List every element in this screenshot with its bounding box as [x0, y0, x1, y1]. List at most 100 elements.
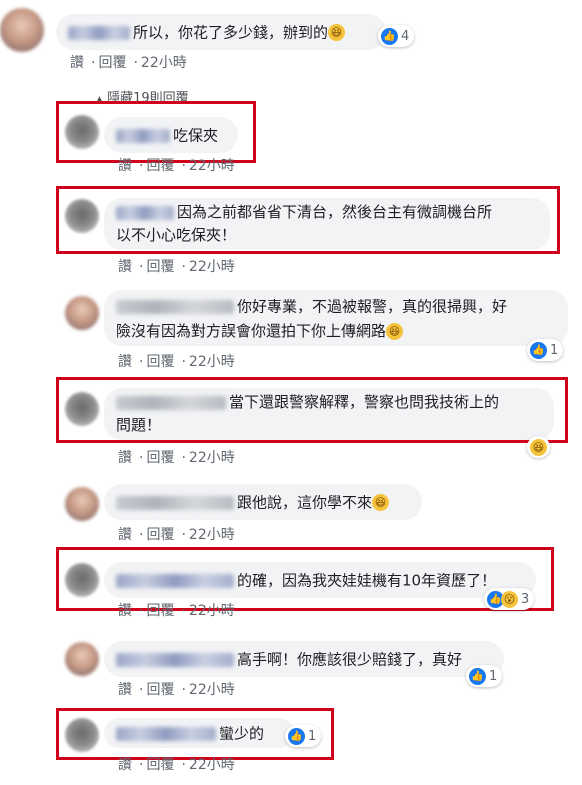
- wow-icon: 😮: [501, 590, 518, 608]
- like-link[interactable]: 讚: [118, 354, 132, 370]
- avatar[interactable]: [65, 563, 99, 597]
- reaction-summary[interactable]: 👍 4: [378, 25, 415, 47]
- reaction-count: 4: [401, 28, 410, 44]
- blurred-author-name[interactable]: [116, 652, 234, 667]
- comment-bubble: 蠻少的: [104, 718, 294, 748]
- avatar[interactable]: [65, 115, 99, 149]
- comment-actions: 讚 · 回覆 · 22小時: [118, 754, 239, 774]
- laughing-emoji: 😆: [372, 494, 390, 511]
- haha-icon: 😆: [530, 438, 547, 456]
- reply-link[interactable]: 回覆: [146, 259, 174, 275]
- comment-bubble: 你好專業，不過被報警，真的很掃興，好 險沒有因為對方誤會你還拍下你上傳網路 😆: [104, 290, 568, 346]
- separator: ·: [139, 527, 144, 543]
- comment-actions: 讚 · 回覆 · 22小時: [118, 351, 239, 371]
- timestamp[interactable]: 22小時: [189, 354, 235, 370]
- comment-text: 的確，因為我夾娃娃機有10年資歷了！: [237, 571, 497, 590]
- avatar[interactable]: [65, 718, 99, 752]
- timestamp[interactable]: 22小時: [189, 682, 235, 698]
- like-link[interactable]: 讚: [118, 450, 132, 466]
- separator: ·: [139, 158, 144, 174]
- like-link[interactable]: 讚: [118, 158, 132, 174]
- timestamp[interactable]: 22小時: [189, 603, 235, 619]
- like-link[interactable]: 讚: [118, 259, 132, 275]
- reply-link[interactable]: 回覆: [146, 450, 174, 466]
- comment-text: 蠻少的: [219, 724, 265, 743]
- like-link[interactable]: 讚: [118, 603, 132, 619]
- separator: ·: [181, 450, 186, 466]
- timestamp[interactable]: 22小時: [141, 55, 187, 71]
- comment-actions: 讚 · 回覆 · 22小時: [118, 256, 239, 276]
- timestamp[interactable]: 22小時: [189, 450, 235, 466]
- like-link[interactable]: 讚: [118, 757, 132, 773]
- comment-actions: 讚 · 回覆 · 22小時: [118, 524, 239, 544]
- reply-link[interactable]: 回覆: [146, 603, 174, 619]
- comment-text-line2: 險沒有因為對方誤會你還拍下你上傳網路: [116, 321, 387, 340]
- separator: ·: [181, 603, 186, 619]
- reaction-summary[interactable]: 👍 1: [466, 665, 503, 687]
- comment-bubble: 的確，因為我夾娃娃機有10年資歷了！: [104, 562, 536, 598]
- avatar[interactable]: [65, 296, 99, 330]
- reaction-summary[interactable]: 👍 😮 3: [484, 588, 535, 610]
- blurred-author-name[interactable]: [68, 25, 130, 40]
- reaction-summary[interactable]: 👍 1: [285, 725, 322, 747]
- like-link[interactable]: 讚: [70, 55, 84, 71]
- reply-link[interactable]: 回覆: [146, 158, 174, 174]
- comment-text-line2: 以不小心吃保夾！: [116, 226, 237, 244]
- separator: ·: [181, 354, 186, 370]
- avatar[interactable]: [65, 642, 99, 676]
- like-icon: 👍: [469, 667, 486, 685]
- separator: ·: [139, 259, 144, 275]
- like-link[interactable]: 讚: [118, 682, 132, 698]
- like-icon: 👍: [288, 727, 305, 745]
- comment-actions: 讚 · 回覆 · 22小時: [118, 679, 239, 699]
- reaction-count: 1: [308, 728, 317, 744]
- separator: ·: [181, 527, 186, 543]
- reply-link[interactable]: 回覆: [146, 682, 174, 698]
- laughing-emoji: 😆: [328, 24, 346, 41]
- timestamp[interactable]: 22小時: [189, 527, 235, 543]
- separator: ·: [181, 259, 186, 275]
- reaction-summary[interactable]: 👍 1: [527, 339, 564, 361]
- reaction-summary[interactable]: 😆: [527, 436, 550, 458]
- separator: ·: [133, 55, 138, 71]
- separator: ·: [139, 450, 144, 466]
- blurred-author-name[interactable]: [116, 128, 170, 143]
- like-link[interactable]: 讚: [118, 527, 132, 543]
- avatar[interactable]: [65, 392, 99, 426]
- blurred-author-name[interactable]: [116, 726, 216, 741]
- avatar[interactable]: [65, 199, 99, 233]
- comment-actions: 讚 · 回覆 · 22小時: [118, 155, 239, 175]
- avatar[interactable]: [65, 487, 99, 521]
- separator: ·: [139, 682, 144, 698]
- blurred-author-name[interactable]: [116, 299, 234, 314]
- comment-text-line1: 當下還跟警察解釋，警察也問我技術上的: [229, 393, 500, 411]
- like-icon: 👍: [381, 27, 398, 45]
- like-icon: 👍: [530, 341, 547, 359]
- laughing-emoji: 😆: [386, 322, 404, 340]
- separator: ·: [181, 757, 186, 773]
- reply-link[interactable]: 回覆: [146, 757, 174, 773]
- timestamp[interactable]: 22小時: [189, 259, 235, 275]
- reply-link[interactable]: 回覆: [146, 527, 174, 543]
- avatar[interactable]: [0, 8, 44, 52]
- reply-link[interactable]: 回覆: [146, 354, 174, 370]
- comment-bubble: 因為之前都省省下清台，然後台主有微調機台所 以不小心吃保夾！: [104, 198, 550, 250]
- comment-text-line2: 問題！: [116, 416, 162, 434]
- timestamp[interactable]: 22小時: [189, 158, 235, 174]
- comment-bubble: 跟他說，這你學不來 😆: [104, 484, 422, 520]
- timestamp[interactable]: 22小時: [189, 757, 235, 773]
- blurred-author-name[interactable]: [116, 395, 226, 410]
- comment-bubble: 吃保夾: [104, 117, 238, 153]
- reaction-count: 3: [521, 591, 530, 607]
- reaction-count: 1: [489, 668, 498, 684]
- comment-bubble: 當下還跟警察解釋，警察也問我技術上的 問題！: [104, 388, 554, 440]
- blurred-author-name[interactable]: [116, 495, 234, 510]
- comment-text: 吃保夾: [173, 126, 219, 145]
- separator: ·: [91, 55, 96, 71]
- comment-actions: 讚 · 回覆 · 22小時: [118, 447, 239, 467]
- blurred-author-name[interactable]: [116, 205, 174, 220]
- blurred-author-name[interactable]: [116, 573, 234, 588]
- reply-link[interactable]: 回覆: [98, 55, 126, 71]
- comment-actions: 讚 · 回覆 · 22小時: [70, 52, 191, 72]
- separator: ·: [139, 603, 144, 619]
